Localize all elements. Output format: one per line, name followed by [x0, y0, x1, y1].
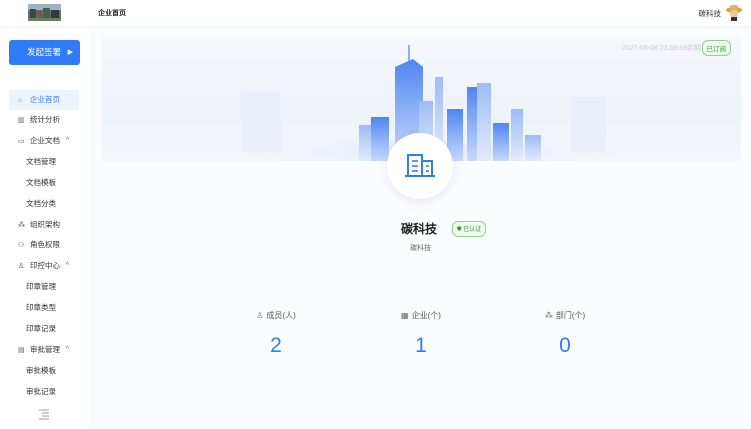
sidebar-item-approval-templates[interactable]: 审批模板 [9, 361, 79, 381]
sidebar-item-label: 印章管理 [26, 282, 56, 291]
sidebar-item-approval-records[interactable]: 审批记录 [9, 382, 79, 402]
sidebar-item-label: 审批记录 [26, 387, 56, 396]
page-title: 企业首页 [98, 10, 126, 17]
user-avatar[interactable] [725, 3, 743, 21]
sidebar-item-label: 印控中心 [30, 261, 60, 270]
sidebar-item-seal-management[interactable]: 印章管理 [9, 277, 79, 297]
main-content: 2027-08-08 23:59:59到期 已订阅 碳科技 ⛊ 已认证 碳科技 … [90, 26, 751, 429]
folder-icon: ▭ [18, 138, 25, 145]
stat-value: 1 [415, 334, 427, 357]
subscription-status-badge: 已订阅 [701, 40, 731, 56]
stat-label: 企业(个) [411, 311, 441, 320]
clipboard-icon: ▤ [18, 347, 25, 354]
sidebar-item-label: 角色权限 [30, 240, 60, 249]
stat-value: 2 [270, 334, 282, 357]
sidebar-item-organization[interactable]: ⁂ 组织架构 [9, 215, 79, 235]
top-bar: 企业首页 碳科技 [0, 0, 751, 26]
sidebar-item-approval[interactable]: ▤ 审批管理 ^ [9, 340, 79, 360]
home-icon: ⌂ [18, 97, 23, 104]
user-icon: ♙ [18, 263, 25, 270]
person-icon: ♙ [256, 311, 264, 320]
sidebar-item-label: 印章类型 [26, 303, 56, 312]
chart-icon: ▥ [18, 117, 25, 124]
company-subtitle: 碳科技 [410, 245, 431, 252]
building-icon: ▦ [401, 311, 409, 320]
stat-members: ♙ 成员(人) 2 [231, 310, 321, 358]
check-shield-icon: ⛊ [457, 227, 462, 233]
expiration-date: 2027-08-08 23:59:59到期 [622, 45, 701, 52]
stat-label: 成员(人) [266, 311, 296, 320]
app-logo[interactable] [28, 4, 61, 21]
sidebar-item-label: 文档分类 [26, 199, 56, 208]
sidebar-item-label: 审批管理 [30, 345, 60, 354]
sidebar-item-label: 统计分析 [30, 115, 60, 124]
sidebar-item-document-templates[interactable]: 文档模板 [9, 173, 79, 193]
stat-companies: ▦ 企业(个) 1 [376, 310, 466, 358]
role-icon: ⚇ [18, 242, 25, 249]
chevron-up-icon: ^ [65, 137, 69, 144]
verified-badge: ⛊ 已认证 [452, 221, 487, 237]
start-signing-button[interactable]: 发起签署 ▶ [9, 40, 80, 65]
sidebar-item-statistics[interactable]: ▥ 统计分析 [9, 110, 79, 130]
sidebar-item-label: 文档管理 [26, 157, 56, 166]
stat-label: 部门(个) [555, 311, 586, 320]
stat-value: 0 [559, 334, 571, 357]
org-icon: ⁂ [18, 222, 25, 229]
sidebar-item-document-management[interactable]: 文档管理 [9, 152, 79, 172]
start-signing-label: 发起签署 [27, 47, 62, 57]
sidebar-item-label: 组织架构 [30, 220, 60, 229]
sidebar-item-home[interactable]: ⌂ 企业首页 [9, 90, 79, 110]
company-logo [387, 133, 453, 199]
sidebar-item-seal-records[interactable]: 印章记录 [9, 319, 79, 339]
company-name: 碳科技 [401, 222, 438, 236]
caret-right-icon: ▶ [67, 49, 73, 56]
sidebar-item-roles[interactable]: ⚇ 角色权限 [9, 235, 79, 255]
building-icon [405, 154, 435, 177]
verified-label: 已认证 [463, 227, 482, 233]
sidebar-item-label: 企业文档 [30, 136, 60, 145]
department-icon: ⁂ [544, 311, 553, 320]
sidebar-item-seal-types[interactable]: 印章类型 [9, 298, 79, 318]
user-name[interactable]: 碳科技 [699, 8, 722, 19]
stat-departments: ⁂ 部门(个) 0 [520, 310, 610, 358]
collapse-menu-icon[interactable] [38, 407, 50, 420]
sidebar-item-label: 印章记录 [26, 324, 56, 333]
sidebar: 发起签署 ▶ ⌂ 企业首页 ▥ 统计分析 ▭ 企业文档 ^ 文档管理 文档模板 文档分… [0, 26, 90, 429]
sidebar-item-label: 审批模板 [26, 366, 56, 375]
chevron-up-icon: ^ [65, 346, 69, 353]
sidebar-item-label: 文档模板 [26, 178, 56, 187]
sidebar-item-documents[interactable]: ▭ 企业文档 ^ [9, 131, 79, 151]
sidebar-item-seal-center[interactable]: ♙ 印控中心 ^ [9, 256, 79, 276]
chevron-up-icon: ^ [65, 262, 69, 269]
sidebar-item-document-categories[interactable]: 文档分类 [9, 194, 79, 214]
sidebar-item-label: 企业首页 [30, 95, 60, 104]
